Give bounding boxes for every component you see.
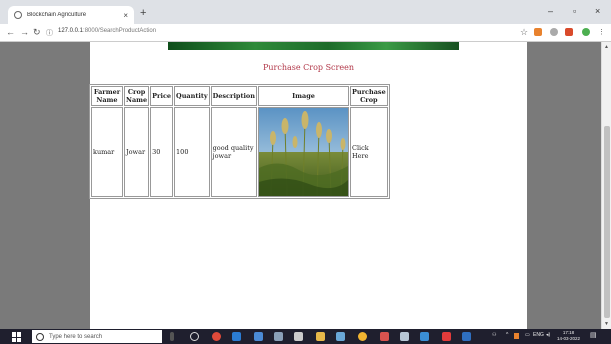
app-icon[interactable] xyxy=(212,332,221,341)
description-cell: good quality jowar xyxy=(210,107,257,197)
file-explorer-icon[interactable] xyxy=(316,332,325,341)
browser-tab[interactable]: Blockchain Agriculture × xyxy=(8,6,134,24)
farmer-name-cell: kumar xyxy=(91,107,123,197)
back-arrow-icon[interactable]: ← xyxy=(6,27,15,37)
app-icon[interactable] xyxy=(462,332,471,341)
jowar-field-photo xyxy=(259,108,348,196)
address-bar: ← → ↻ ⓘ 127.0.0.1:8000/SearchProductActi… xyxy=(0,24,611,42)
header-banner-image xyxy=(168,42,459,50)
crop-table: Farmer Name Crop Name Price Quantity Des… xyxy=(89,84,390,199)
app-icon[interactable] xyxy=(336,332,345,341)
windows-start-icon[interactable] xyxy=(12,332,22,342)
table-row: kumar Jowar 30 100 good quality jowar Cl… xyxy=(91,107,388,197)
purchase-cell: Click Here xyxy=(350,107,388,197)
info-icon[interactable]: ⓘ xyxy=(46,28,53,38)
browser-tab-bar: Blockchain Agriculture × + – ▫ × xyxy=(0,0,611,24)
column-header: Crop Name xyxy=(124,86,150,106)
page-title: Purchase Crop Screen xyxy=(263,63,354,72)
extension-icon[interactable] xyxy=(534,28,542,36)
app-icon[interactable] xyxy=(274,332,283,341)
people-icon[interactable]: ⚇ xyxy=(492,332,496,338)
page-right-margin xyxy=(527,42,601,329)
volume-icon[interactable]: ◂) xyxy=(546,332,550,338)
app-icon[interactable] xyxy=(380,332,389,341)
app-icon[interactable] xyxy=(442,332,451,341)
crop-name-cell: Jowar xyxy=(124,107,150,197)
tray-app-icon[interactable] xyxy=(514,333,519,339)
tab-close-button[interactable]: × xyxy=(123,11,128,20)
column-header: Quantity xyxy=(174,86,210,106)
page-left-margin xyxy=(0,42,90,329)
task-view-icon[interactable] xyxy=(190,332,199,341)
table-header-row: Farmer Name Crop Name Price Quantity Des… xyxy=(91,86,388,106)
taskbar-search-box[interactable]: Type here to search xyxy=(32,330,162,343)
network-icon[interactable]: ▭ xyxy=(525,332,530,338)
url-field[interactable]: 127.0.0.1:8000/SearchProductAction xyxy=(58,28,156,34)
purchase-click-here-link[interactable]: Click Here xyxy=(352,144,369,160)
reload-icon[interactable]: ↻ xyxy=(33,27,41,38)
quantity-cell: 100 xyxy=(174,107,210,197)
column-header: Farmer Name xyxy=(91,86,123,106)
close-window-button[interactable]: × xyxy=(595,6,600,16)
notification-icon[interactable]: ▤ xyxy=(590,331,597,339)
globe-icon xyxy=(14,11,22,19)
bookmark-star-icon[interactable]: ☆ xyxy=(520,27,528,38)
taskbar-search-placeholder: Type here to search xyxy=(49,333,103,340)
maximize-button[interactable]: ▫ xyxy=(573,6,576,16)
app-icon[interactable] xyxy=(420,332,429,341)
microphone-icon[interactable] xyxy=(170,332,174,341)
app-icon[interactable] xyxy=(254,332,263,341)
scroll-up-icon[interactable]: ▲ xyxy=(604,44,609,50)
chrome-icon[interactable] xyxy=(358,332,367,341)
column-header: Description xyxy=(210,86,257,106)
extension-icon[interactable] xyxy=(550,28,558,36)
language-indicator[interactable]: ENG xyxy=(533,332,544,338)
cortana-circle-icon xyxy=(36,332,44,341)
price-cell: 30 xyxy=(150,107,174,197)
forward-arrow-icon[interactable]: → xyxy=(20,27,29,37)
scroll-down-icon[interactable]: ▼ xyxy=(604,321,609,327)
edge-icon[interactable] xyxy=(232,332,241,341)
tray-chevron-icon[interactable]: ^ xyxy=(506,332,508,338)
page-scrollbar[interactable]: ▲ ▼ xyxy=(601,42,611,329)
minimize-button[interactable]: – xyxy=(548,6,553,16)
image-cell xyxy=(258,107,349,197)
menu-icon[interactable]: ⋮ xyxy=(598,28,605,36)
tab-title: Blockchain Agriculture xyxy=(27,12,87,18)
profile-avatar[interactable] xyxy=(582,28,590,36)
app-icon[interactable] xyxy=(400,332,409,341)
column-header: Price xyxy=(150,86,174,106)
app-icon[interactable] xyxy=(294,332,303,341)
taskbar-clock[interactable]: 17:18 14-03-2022 xyxy=(557,330,580,342)
extension-icon[interactable] xyxy=(565,28,573,36)
scrollbar-thumb[interactable] xyxy=(604,126,610,318)
windows-taskbar: Type here to search ⚇ ^ ▭ ENG ◂) 17:18 1… xyxy=(0,329,611,344)
clock-date: 14-03-2022 xyxy=(557,336,581,341)
column-header: Image xyxy=(258,86,349,106)
new-tab-button[interactable]: + xyxy=(140,7,146,19)
column-header: Purchase Crop xyxy=(350,86,388,106)
